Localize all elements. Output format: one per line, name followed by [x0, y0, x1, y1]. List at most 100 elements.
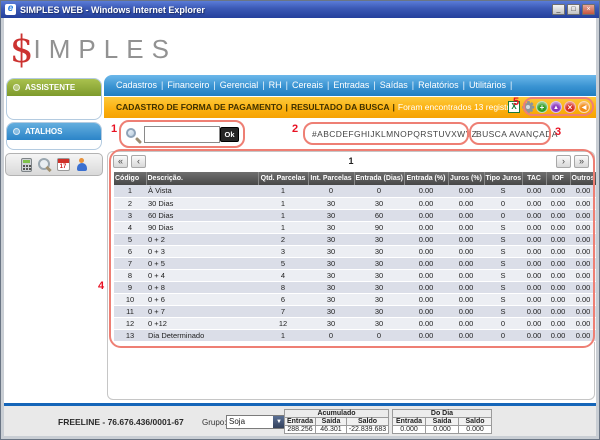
table-cell: 1 [258, 185, 308, 197]
column-header[interactable]: Juros (%) [448, 172, 484, 185]
table-row[interactable]: 360 Dias130600.000.0000.000.000.00 [114, 209, 596, 221]
column-header[interactable]: Entrada (%) [404, 172, 448, 185]
table-cell: 0.00 [404, 221, 448, 233]
table-cell: 0.00 [546, 233, 570, 245]
table-cell: 0.00 [448, 293, 484, 305]
table-row[interactable]: 60 + 3330300.000.00S0.000.000.00 [114, 245, 596, 257]
menu-item[interactable]: Saídas [380, 80, 408, 90]
menu-item[interactable]: Entradas [333, 80, 369, 90]
column-header[interactable]: Tipo Juros [484, 172, 522, 185]
table-cell: 0.00 [404, 257, 448, 269]
calculator-icon[interactable] [21, 158, 32, 172]
do-dia-header-saida: Saída [426, 418, 459, 426]
menu-item[interactable]: Cereais [292, 80, 323, 90]
table-cell: S [484, 269, 522, 281]
table-cell: 0.00 [546, 209, 570, 221]
table-cell: Dia Determinado [146, 329, 258, 341]
table-cell: 0.00 [448, 245, 484, 257]
internet-explorer-icon: e [5, 4, 16, 15]
menu-separator: | [412, 80, 414, 90]
table-row[interactable]: 70 + 5530300.000.00S0.000.000.00 [114, 257, 596, 269]
table-cell: 0.00 [546, 257, 570, 269]
table-cell: 0.00 [448, 281, 484, 293]
table-cell: 0.00 [522, 257, 546, 269]
next-page-button[interactable]: › [556, 155, 571, 168]
atalhos-label: ATALHOS [25, 127, 62, 136]
app-logo: $IMPLES [10, 28, 177, 71]
sidebar-tool-bar: 17 [5, 153, 103, 176]
table-row[interactable]: 90 + 8830300.000.00S0.000.000.00 [114, 281, 596, 293]
acumulado-saldo-value: -22.839.683 [347, 426, 389, 434]
assistente-button[interactable]: ASSISTENTE [7, 79, 101, 96]
table-cell: 0.00 [570, 209, 596, 221]
group-select[interactable]: Soja ▼ [226, 415, 286, 429]
column-header[interactable]: Qtd. Parcelas [258, 172, 308, 185]
table-row[interactable]: 110 + 7730300.000.00S0.000.000.00 [114, 305, 596, 317]
column-header[interactable]: Descrição. [146, 172, 258, 185]
menu-item[interactable]: Relatórios [418, 80, 459, 90]
table-cell: 30 [308, 269, 354, 281]
table-cell: 0.00 [570, 317, 596, 329]
do-dia-header-entrada: Entrada [393, 418, 426, 426]
table-row[interactable]: 120 +121230300.000.0000.000.000.00 [114, 317, 596, 329]
table-cell: 0.00 [570, 293, 596, 305]
menu-item[interactable]: Gerencial [220, 80, 259, 90]
table-row[interactable]: 490 Dias130900.000.00S0.000.000.00 [114, 221, 596, 233]
calendar-icon[interactable]: 17 [57, 158, 70, 171]
up-arrow-icon[interactable]: ▲ [550, 101, 562, 113]
add-icon[interactable]: + [536, 101, 548, 113]
search-icon[interactable] [38, 158, 51, 171]
table-cell: 0.00 [522, 221, 546, 233]
search-ok-button[interactable]: Ok [220, 127, 239, 142]
table-cell: 13 [114, 329, 146, 341]
menu-item[interactable]: Financeiro [167, 80, 209, 90]
table-row[interactable]: 13Dia Determinado1000.000.0000.000.000.0… [114, 329, 596, 341]
column-header[interactable]: IOF [546, 172, 570, 185]
page-title: CADASTRO DE FORMA DE PAGAMENTO [116, 102, 283, 112]
menu-item[interactable]: Utilitários [469, 80, 506, 90]
menu-item[interactable]: RH [269, 80, 282, 90]
close-icon[interactable]: × [564, 101, 576, 113]
gear-icon[interactable] [522, 101, 534, 113]
column-header[interactable]: Código [114, 172, 146, 185]
table-cell: 0.00 [522, 329, 546, 341]
table-cell: 0.00 [404, 233, 448, 245]
table-cell: 0.00 [448, 233, 484, 245]
acumulado-saida-value: 46.301 [316, 426, 347, 434]
close-button[interactable]: × [582, 4, 595, 15]
table-row[interactable]: 80 + 4430300.000.00S0.000.000.00 [114, 269, 596, 281]
search-input[interactable] [144, 126, 220, 143]
maximize-button[interactable]: □ [567, 4, 580, 15]
table-cell: 0.00 [570, 305, 596, 317]
table-cell: 0.00 [570, 329, 596, 341]
table-cell: 0.00 [546, 293, 570, 305]
table-cell: 0.00 [448, 197, 484, 209]
table-cell: 0.00 [570, 221, 596, 233]
minimize-button[interactable]: _ [552, 4, 565, 15]
atalhos-button[interactable]: ATALHOS [7, 123, 101, 140]
separator: | [392, 102, 394, 112]
browser-window: e SIMPLES WEB - Windows Internet Explore… [0, 0, 600, 440]
column-header[interactable]: Outros [570, 172, 596, 185]
table-cell: 0.00 [404, 329, 448, 341]
table-cell: 7 [114, 257, 146, 269]
column-header[interactable]: TAC [522, 172, 546, 185]
advanced-search-link[interactable]: BUSCA AVANÇADA [476, 129, 558, 139]
table-cell: 0.00 [522, 197, 546, 209]
table-cell: 30 [354, 305, 404, 317]
last-page-button[interactable]: » [574, 155, 589, 168]
result-bar: CADASTRO DE FORMA DE PAGAMENTO|RESULTADO… [104, 97, 596, 118]
title-bar[interactable]: e SIMPLES WEB - Windows Internet Explore… [1, 1, 599, 18]
alphabet-filter-links[interactable]: #ABCDEFGHIJKLMNOPQRSTUVXWYZ [312, 129, 477, 139]
table-row[interactable]: 100 + 6630300.000.00S0.000.000.00 [114, 293, 596, 305]
column-header[interactable]: Entrada (Dias) [354, 172, 404, 185]
user-icon[interactable] [76, 158, 88, 172]
table-cell: 30 [308, 317, 354, 329]
table-cell: 0 [308, 185, 354, 197]
table-row[interactable]: 50 + 2230300.000.00S0.000.000.00 [114, 233, 596, 245]
column-header[interactable]: Int. Parcelas [308, 172, 354, 185]
back-icon[interactable]: ◀ [578, 101, 590, 113]
table-row[interactable]: 1À Vista1000.000.00S0.000.000.00 [114, 185, 596, 197]
table-row[interactable]: 230 Dias130300.000.0000.000.000.00 [114, 197, 596, 209]
menu-item[interactable]: Cadastros [116, 80, 157, 90]
